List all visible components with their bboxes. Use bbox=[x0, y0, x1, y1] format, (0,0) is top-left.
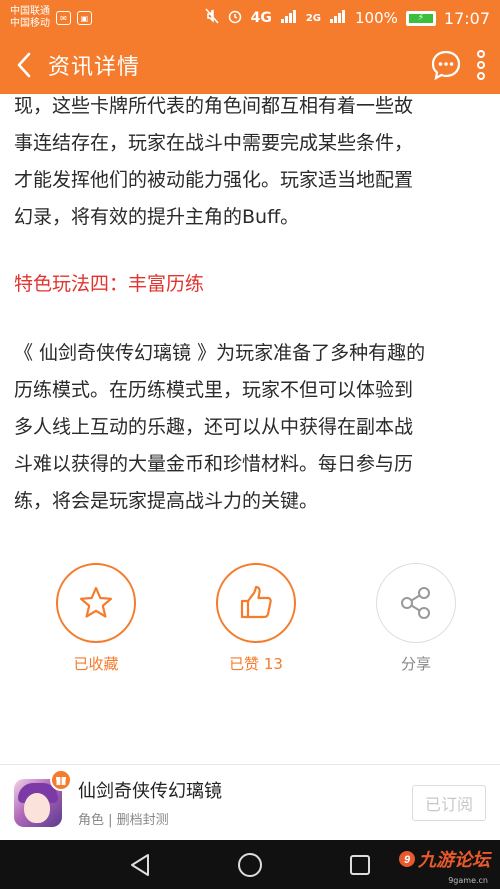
clock: 17:07 bbox=[443, 8, 490, 28]
status-bar: 中国联通 中国移动 ✉ ▣ 4G 2G 100% ⚡ 17:07 bbox=[0, 0, 500, 36]
favorite-action: 已收藏 bbox=[16, 563, 176, 674]
article-content: 现，这些卡牌所代表的角色间都互相有着一些故 事连结存在，玩家在战斗中需要完成某些… bbox=[14, 88, 488, 520]
text-line: 斗难以获得的大量金币和珍惜材料。每日参与历 bbox=[14, 453, 414, 475]
text-line: 历练模式。在历练模式里，玩家不但可以体验到 bbox=[14, 379, 414, 401]
text-line: 现，这些卡牌所代表的角色间都互相有着一些故 bbox=[14, 95, 414, 117]
game-meta: 角色 | 删档封测 bbox=[78, 813, 169, 828]
text-line: 幻录，将有效的提升主角的Buff。 bbox=[14, 206, 300, 228]
nav-back-button[interactable] bbox=[85, 853, 195, 877]
article-actions: 已收藏 已赞 13 分享 bbox=[0, 563, 500, 674]
svg-text:9: 9 bbox=[404, 854, 411, 866]
alarm-icon bbox=[227, 8, 243, 28]
mute-icon bbox=[205, 8, 219, 28]
text-line: 《 仙剑奇侠传幻璃镜 》为玩家准备了多种有趣的 bbox=[14, 342, 426, 364]
more-button[interactable] bbox=[476, 50, 486, 80]
thumbs-up-icon bbox=[240, 585, 272, 619]
favorite-button[interactable] bbox=[56, 563, 136, 643]
title-bar: 资讯详情 bbox=[0, 36, 500, 94]
battery-percent: 100% bbox=[355, 9, 398, 27]
like-action: 已赞 13 bbox=[176, 563, 336, 674]
watermark-logo-icon: 9 bbox=[399, 851, 415, 867]
image-notification-icon: ▣ bbox=[77, 11, 92, 25]
gift-icon bbox=[50, 769, 72, 791]
share-label: 分享 bbox=[400, 655, 431, 673]
section-heading: 特色玩法四：丰富历练 bbox=[14, 273, 205, 295]
circle-home-icon bbox=[238, 852, 262, 877]
chat-bubble-icon bbox=[431, 50, 461, 81]
star-icon bbox=[79, 586, 113, 618]
site-watermark: 9 九游论坛 bbox=[398, 846, 490, 872]
like-button[interactable] bbox=[216, 563, 296, 643]
network-4g: 4G bbox=[250, 10, 272, 26]
carrier-group: 中国联通 中国移动 ✉ ▣ bbox=[10, 6, 92, 30]
article-paragraph-1: 现，这些卡牌所代表的角色间都互相有着一些故 事连结存在，玩家在战斗中需要完成某些… bbox=[14, 88, 488, 236]
article-paragraph-2: 《 仙剑奇侠传幻璃镜 》为玩家准备了多种有趣的 历练模式。在历练模式里，玩家不但… bbox=[14, 335, 488, 520]
game-name: 仙剑奇侠传幻璃镜 bbox=[78, 781, 222, 802]
game-card[interactable]: 仙剑奇侠传幻璃镜 角色 | 删档封测 已订阅 bbox=[0, 764, 500, 840]
watermark-text: 九游论坛 bbox=[418, 850, 490, 871]
text-line: 才能发挥他们的被动能力强化。玩家适当地配置 bbox=[14, 169, 414, 191]
text-line: 多人线上互动的乐趣，还可以从中获得在副本战 bbox=[14, 416, 414, 438]
signal-2-icon bbox=[329, 9, 347, 27]
text-line: 练，将会是玩家提高战斗力的关键。 bbox=[14, 490, 319, 512]
comment-button[interactable] bbox=[430, 49, 462, 81]
like-label: 已赞 13 bbox=[229, 655, 283, 673]
game-info: 仙剑奇侠传幻璃镜 角色 | 删档封测 bbox=[78, 777, 222, 828]
text-line: 事连结存在，玩家在战斗中需要完成某些条件， bbox=[14, 132, 414, 154]
carrier-1: 中国联通 bbox=[10, 6, 50, 17]
network-2g: 2G bbox=[305, 12, 321, 24]
share-icon bbox=[401, 587, 430, 619]
battery-icon: ⚡ bbox=[405, 10, 436, 26]
back-button[interactable] bbox=[0, 36, 48, 94]
subscribed-button[interactable]: 已订阅 bbox=[412, 784, 486, 821]
watermark-domain: 9game.cn bbox=[448, 876, 488, 885]
message-notification-icon: ✉ bbox=[56, 11, 71, 25]
more-vertical-icon bbox=[477, 50, 485, 80]
page-title: 资讯详情 bbox=[48, 55, 141, 80]
back-arrow-icon bbox=[17, 52, 31, 78]
square-recents-icon bbox=[350, 854, 370, 875]
carrier-2: 中国移动 bbox=[10, 18, 50, 29]
triangle-back-icon bbox=[131, 853, 149, 876]
signal-icon bbox=[280, 9, 298, 27]
favorite-label: 已收藏 bbox=[73, 655, 119, 673]
share-action: 分享 bbox=[336, 563, 496, 674]
nav-home-button[interactable] bbox=[195, 852, 305, 878]
share-button[interactable] bbox=[376, 563, 456, 643]
